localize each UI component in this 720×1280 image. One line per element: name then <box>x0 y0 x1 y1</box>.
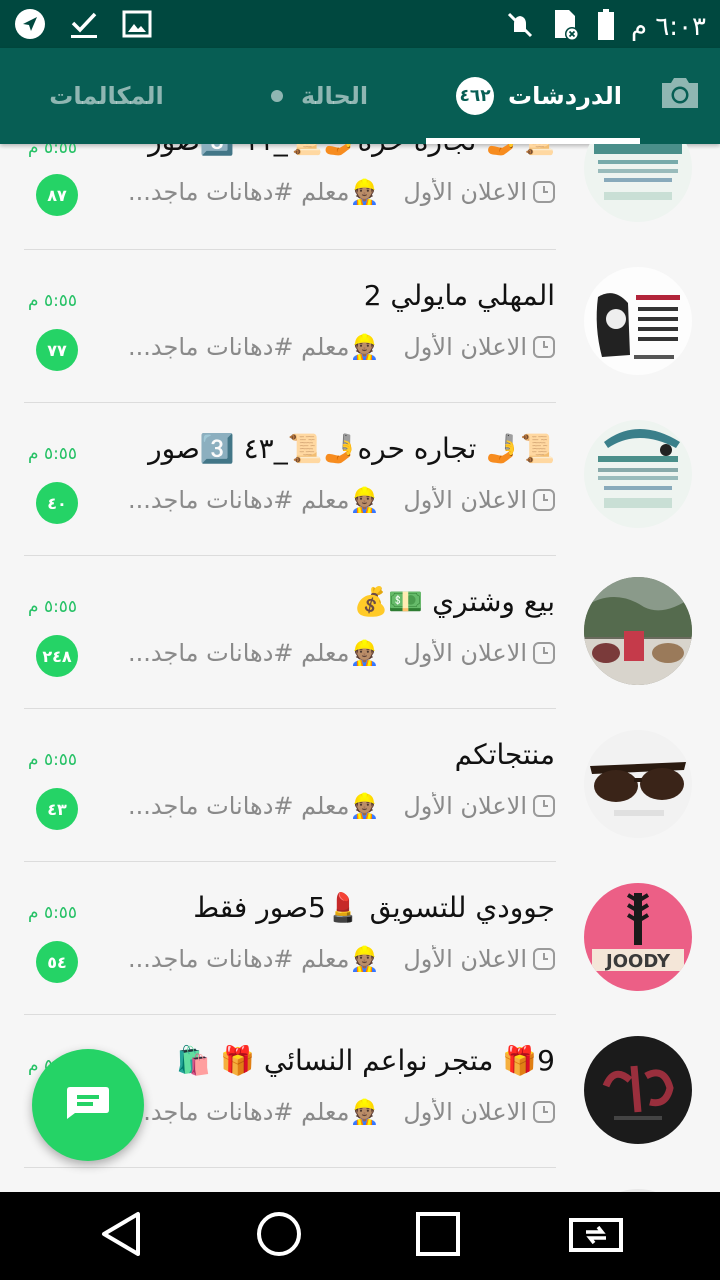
tab-chats[interactable]: ٤٦٢ الدردشات <box>426 48 640 144</box>
chat-name: منتجاتكم <box>454 738 555 771</box>
avatar <box>584 577 692 685</box>
preview-text: 👷🏽معلم #دهانات ماجد... <box>128 945 380 973</box>
unread-count-badge: ٤٠ <box>36 482 78 524</box>
chat-time: ٥:٥٥ م <box>28 597 78 617</box>
preview-sender: الاعلان الأول <box>403 333 527 361</box>
chat-time: ٥:٥٥ م <box>28 291 78 311</box>
chat-time: ٥:٥٥ م <box>28 750 78 770</box>
app-bar: ٤٦٢ الدردشات الحالة المكالمات <box>0 48 720 144</box>
new-chat-icon <box>65 1086 111 1124</box>
preview-text: 👷🏽معلم #دهانات ماجد... <box>128 1098 380 1126</box>
preview-text: 👷🏽معلم #دهانات ماجد... <box>128 178 380 206</box>
chat-name: 📜🤳 تجاره حره🤳📜_٤٣ 3️⃣صور <box>148 432 555 465</box>
preview-sender: الاعلان الأول <box>403 1098 527 1126</box>
preview-sender: الاعلان الأول <box>403 486 527 514</box>
battery-icon <box>597 9 615 45</box>
home-icon <box>255 1210 303 1262</box>
rotate-button[interactable] <box>566 1206 626 1266</box>
chat-list[interactable]: 📜🤳 تجاره حره🤳📜_١١ 3️⃣صور ٥:٥٥ م الاعلان … <box>0 144 720 1192</box>
chat-row[interactable]: بيع وشتري 💵💰 ٥:٥٥ م الاعلان الأول 👷🏽معلم… <box>0 553 720 709</box>
recents-icon <box>415 1211 461 1261</box>
clock-icon <box>533 489 555 511</box>
chat-preview: الاعلان الأول 👷🏽معلم #دهانات ماجد... <box>95 333 555 361</box>
status-new-dot <box>270 90 283 102</box>
recents-button[interactable] <box>408 1206 468 1266</box>
clock: ٦:٠٣ م <box>630 12 706 42</box>
image-icon <box>122 9 152 43</box>
chat-preview: الاعلان الأول 👷🏽معلم #دهانات ماجد... <box>95 1098 555 1126</box>
back-button[interactable] <box>92 1206 152 1266</box>
chat-preview: الاعلان الأول 👷🏽معلم #دهانات ماجد... <box>95 639 555 667</box>
chat-name: المهلي مايولي 2 <box>363 279 555 312</box>
preview-sender: الاعلان الأول <box>403 945 527 973</box>
tab-chats-label: الدردشات <box>508 82 622 110</box>
unread-count-badge: ٧٧ <box>36 329 78 371</box>
chat-name: بيع وشتري 💵💰 <box>353 585 555 618</box>
back-icon <box>100 1210 144 1262</box>
preview-sender: الاعلان الأول <box>403 639 527 667</box>
mute-icon <box>505 10 535 44</box>
avatar <box>584 730 692 838</box>
tab-status-label: الحالة <box>300 82 369 110</box>
rotate-icon <box>568 1214 624 1258</box>
preview-text: 👷🏽معلم #دهانات ماجد... <box>128 792 380 820</box>
home-button[interactable] <box>249 1206 309 1266</box>
unread-count-badge: ٥٤ <box>36 941 78 983</box>
preview-text: 👷🏽معلم #دهانات ماجد... <box>128 486 380 514</box>
tab-calls[interactable]: المكالمات <box>0 48 213 144</box>
chat-row[interactable]: 📜🤳 تجاره حره🤳📜_١١ 3️⃣صور ٥:٥٥ م الاعلان … <box>0 144 720 250</box>
chat-row[interactable]: المهلي مايولي 2 ٥:٥٥ م الاعلان الأول 👷🏽م… <box>0 247 720 403</box>
avatar <box>584 267 692 375</box>
tab-calls-label: المكالمات <box>49 82 164 110</box>
chat-preview: الاعلان الأول 👷🏽معلم #دهانات ماجد... <box>95 178 555 206</box>
preview-text: 👷🏽معلم #دهانات ماجد... <box>128 639 380 667</box>
chat-row[interactable] <box>0 1165 720 1192</box>
avatar <box>584 420 692 528</box>
sim-error-icon <box>551 8 581 46</box>
preview-text: 👷🏽معلم #دهانات ماجد... <box>128 333 380 361</box>
navigation-icon <box>14 8 46 44</box>
tab-bar: ٤٦٢ الدردشات الحالة المكالمات <box>0 48 720 144</box>
tab-camera[interactable] <box>640 48 720 144</box>
chat-preview: الاعلان الأول 👷🏽معلم #دهانات ماجد... <box>95 945 555 973</box>
clock-icon <box>533 948 555 970</box>
tab-status[interactable]: الحالة <box>213 48 426 144</box>
chat-time: ٥:٥٥ م <box>28 903 78 923</box>
chat-row[interactable]: منتجاتكم ٥:٥٥ م الاعلان الأول 👷🏽معلم #ده… <box>0 706 720 862</box>
system-nav-bar <box>0 1192 720 1280</box>
camera-icon <box>658 75 702 117</box>
unread-count-badge: ٨٧ <box>36 174 78 216</box>
clock-icon <box>533 181 555 203</box>
clock-icon <box>533 642 555 664</box>
chats-unread-badge: ٤٦٢ <box>456 77 495 115</box>
clock-icon <box>533 336 555 358</box>
avatar <box>584 1036 692 1144</box>
avatar: JOODY <box>584 883 692 991</box>
chat-name: 9🎁 متجر نواعم النسائي 🎁 🛍️ <box>176 1044 555 1077</box>
clock-icon <box>533 795 555 817</box>
chat-name: 📜🤳 تجاره حره🤳📜_١١ 3️⃣صور <box>85 144 555 157</box>
chat-time: ٥:٥٥ م <box>28 144 78 158</box>
chat-row[interactable]: 📜🤳 تجاره حره🤳📜_٤٣ 3️⃣صور ٥:٥٥ م الاعلان … <box>0 400 720 556</box>
chat-preview: الاعلان الأول 👷🏽معلم #دهانات ماجد... <box>95 486 555 514</box>
preview-sender: الاعلان الأول <box>403 178 527 206</box>
preview-sender: الاعلان الأول <box>403 792 527 820</box>
chat-row[interactable]: JOODY جوودي للتسويق 💄5صور فقط ٥:٥٥ م الا… <box>0 859 720 1015</box>
chat-preview: الاعلان الأول 👷🏽معلم #دهانات ماجد... <box>95 792 555 820</box>
chat-name: جوودي للتسويق 💄5صور فقط <box>193 891 555 924</box>
new-chat-button[interactable] <box>32 1049 144 1161</box>
clock-icon <box>533 1101 555 1123</box>
unread-count-badge: ٢٤٨ <box>36 635 78 677</box>
unread-count-badge: ٤٣ <box>36 788 78 830</box>
avatar <box>584 144 692 222</box>
status-bar: ٦:٠٣ م <box>0 0 720 48</box>
download-done-icon <box>68 8 100 44</box>
chat-time: ٥:٥٥ م <box>28 444 78 464</box>
joody-logo-text: JOODY <box>604 951 671 972</box>
